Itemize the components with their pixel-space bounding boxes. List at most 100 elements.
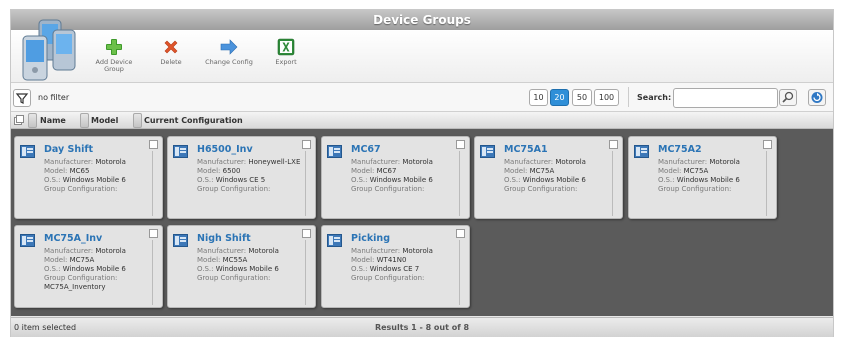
- delete-x-icon: [164, 40, 178, 54]
- device-group-icon: [480, 145, 495, 158]
- card-scrollbar[interactable]: [152, 240, 161, 305]
- card-scrollbar[interactable]: [612, 151, 621, 216]
- device-groups-window: Device Groups Add Device Group Delete Ch…: [10, 9, 834, 337]
- device-group-card[interactable]: MC75A_Inv Manufacturer: Motorola Model: MC…: [14, 225, 163, 308]
- os-value: Windows Mobile 6: [62, 176, 126, 184]
- group-name[interactable]: Nigh Shift: [197, 233, 251, 244]
- model-value: MC75A: [69, 256, 95, 264]
- card-select-checkbox[interactable]: [149, 229, 158, 238]
- card-scrollbar[interactable]: [152, 151, 161, 216]
- config-sort-arrows[interactable]: [133, 113, 142, 128]
- card-scrollbar[interactable]: [459, 240, 468, 305]
- group-name[interactable]: MC75A2: [658, 144, 702, 155]
- column-model[interactable]: Model: [91, 116, 118, 125]
- toolbar: Add Device Group Delete Change Config Ex…: [11, 30, 833, 83]
- group-name[interactable]: Day Shift: [44, 144, 93, 155]
- title-bar: Device Groups: [11, 10, 833, 30]
- group-config-line: Group Configuration:: [197, 274, 270, 282]
- device-group-card[interactable]: Nigh Shift Manufacturer: Motorola Model: M…: [167, 225, 316, 308]
- device-group-icon: [173, 234, 188, 247]
- search-input[interactable]: [673, 88, 778, 108]
- manufacturer-line: Manufacturer: Motorola: [504, 158, 586, 166]
- card-scrollbar[interactable]: [766, 151, 775, 216]
- card-scrollbar[interactable]: [305, 151, 314, 216]
- toolbar-separator: [628, 87, 629, 107]
- select-all-icon[interactable]: [14, 115, 24, 125]
- page-size-10[interactable]: 10: [529, 89, 548, 106]
- device-group-card[interactable]: MC67 Manufacturer: Motorola Model: MC67 O.S…: [321, 136, 470, 219]
- model-value: MC75A: [683, 167, 709, 175]
- page-size-50[interactable]: 50: [572, 89, 592, 106]
- device-group-card[interactable]: MC75A2 Manufacturer: Motorola Model: MC75A…: [628, 136, 777, 219]
- export-button[interactable]: Export: [259, 38, 313, 66]
- group-config-line: Group Configuration:: [504, 185, 577, 193]
- model-label: Model:: [658, 167, 682, 175]
- device-group-grid: Day Shift Manufacturer: Motorola Model: MC…: [11, 129, 833, 316]
- model-sort-arrows[interactable]: [80, 113, 89, 128]
- manufacturer-line: Manufacturer: Motorola: [197, 247, 279, 255]
- card-scrollbar[interactable]: [459, 151, 468, 216]
- card-select-checkbox[interactable]: [609, 140, 618, 149]
- card-select-checkbox[interactable]: [763, 140, 772, 149]
- group-name[interactable]: Picking: [351, 233, 390, 244]
- manufacturer-line: Manufacturer: Honeywell-LXE: [197, 158, 300, 166]
- change-config-button[interactable]: Change Config: [202, 38, 256, 66]
- column-name[interactable]: Name: [40, 116, 66, 125]
- manufacturer-label: Manufacturer:: [197, 247, 247, 255]
- os-line: O.S.: Windows Mobile 6: [504, 176, 586, 184]
- model-line: Model: MC75A: [658, 167, 708, 175]
- device-group-icon: [634, 145, 649, 158]
- device-group-card[interactable]: H6500_Inv Manufacturer: Honeywell-LXE Mode…: [167, 136, 316, 219]
- model-line: Model: MC65: [44, 167, 89, 175]
- search-button[interactable]: [779, 89, 797, 106]
- model-label: Model:: [504, 167, 528, 175]
- delete-button[interactable]: Delete: [144, 38, 198, 66]
- device-group-icon: [327, 145, 342, 158]
- add-device-group-button[interactable]: Add Device Group: [87, 38, 141, 73]
- group-config-label: Group Configuration:: [197, 274, 271, 282]
- manufacturer-label: Manufacturer:: [44, 158, 94, 166]
- manufacturer-line: Manufacturer: Motorola: [351, 247, 433, 255]
- os-label: O.S.:: [504, 176, 521, 184]
- model-line: Model: MC75A: [44, 256, 94, 264]
- card-select-checkbox[interactable]: [302, 229, 311, 238]
- manufacturer-value: Motorola: [248, 247, 279, 255]
- manufacturer-line: Manufacturer: Motorola: [44, 247, 126, 255]
- filter-bar: no filter 10 20 50 100 Search:: [11, 83, 833, 112]
- group-name[interactable]: H6500_Inv: [197, 144, 253, 155]
- refresh-button[interactable]: [808, 89, 826, 106]
- os-line: O.S.: Windows Mobile 6: [197, 265, 279, 273]
- manufacturer-label: Manufacturer:: [44, 247, 94, 255]
- card-scrollbar[interactable]: [305, 240, 314, 305]
- plus-icon: [106, 39, 122, 55]
- excel-icon: [277, 38, 295, 56]
- group-name[interactable]: MC75A1: [504, 144, 548, 155]
- page-size-20[interactable]: 20: [550, 89, 569, 106]
- group-name[interactable]: MC67: [351, 144, 381, 155]
- manufacturer-label: Manufacturer:: [197, 158, 247, 166]
- device-group-card[interactable]: Picking Manufacturer: Motorola Model: WT41…: [321, 225, 470, 308]
- os-label: O.S.:: [44, 265, 61, 273]
- device-group-card[interactable]: Day Shift Manufacturer: Motorola Model: MC…: [14, 136, 163, 219]
- filter-button[interactable]: [13, 89, 31, 107]
- os-value: Windows CE 5: [215, 176, 266, 184]
- page-size-100[interactable]: 100: [594, 89, 619, 106]
- os-line: O.S.: Windows Mobile 6: [44, 265, 126, 273]
- column-current-configuration[interactable]: Current Configuration: [144, 116, 243, 125]
- name-sort-arrows[interactable]: [28, 113, 37, 128]
- group-name[interactable]: MC75A_Inv: [44, 233, 102, 244]
- export-label: Export: [275, 58, 297, 66]
- os-label: O.S.:: [351, 176, 368, 184]
- card-select-checkbox[interactable]: [149, 140, 158, 149]
- group-config-label: Group Configuration:: [197, 185, 271, 193]
- group-config-label: Group Configuration:: [658, 185, 732, 193]
- arrow-right-icon: [220, 39, 238, 55]
- model-value: 6500: [222, 167, 241, 175]
- os-value: Windows Mobile 6: [676, 176, 740, 184]
- group-config-label: Group Configuration:: [351, 185, 425, 193]
- device-group-card[interactable]: MC75A1 Manufacturer: Motorola Model: MC75A…: [474, 136, 623, 219]
- card-select-checkbox[interactable]: [456, 229, 465, 238]
- card-select-checkbox[interactable]: [456, 140, 465, 149]
- card-select-checkbox[interactable]: [302, 140, 311, 149]
- manufacturer-value: Motorola: [402, 247, 433, 255]
